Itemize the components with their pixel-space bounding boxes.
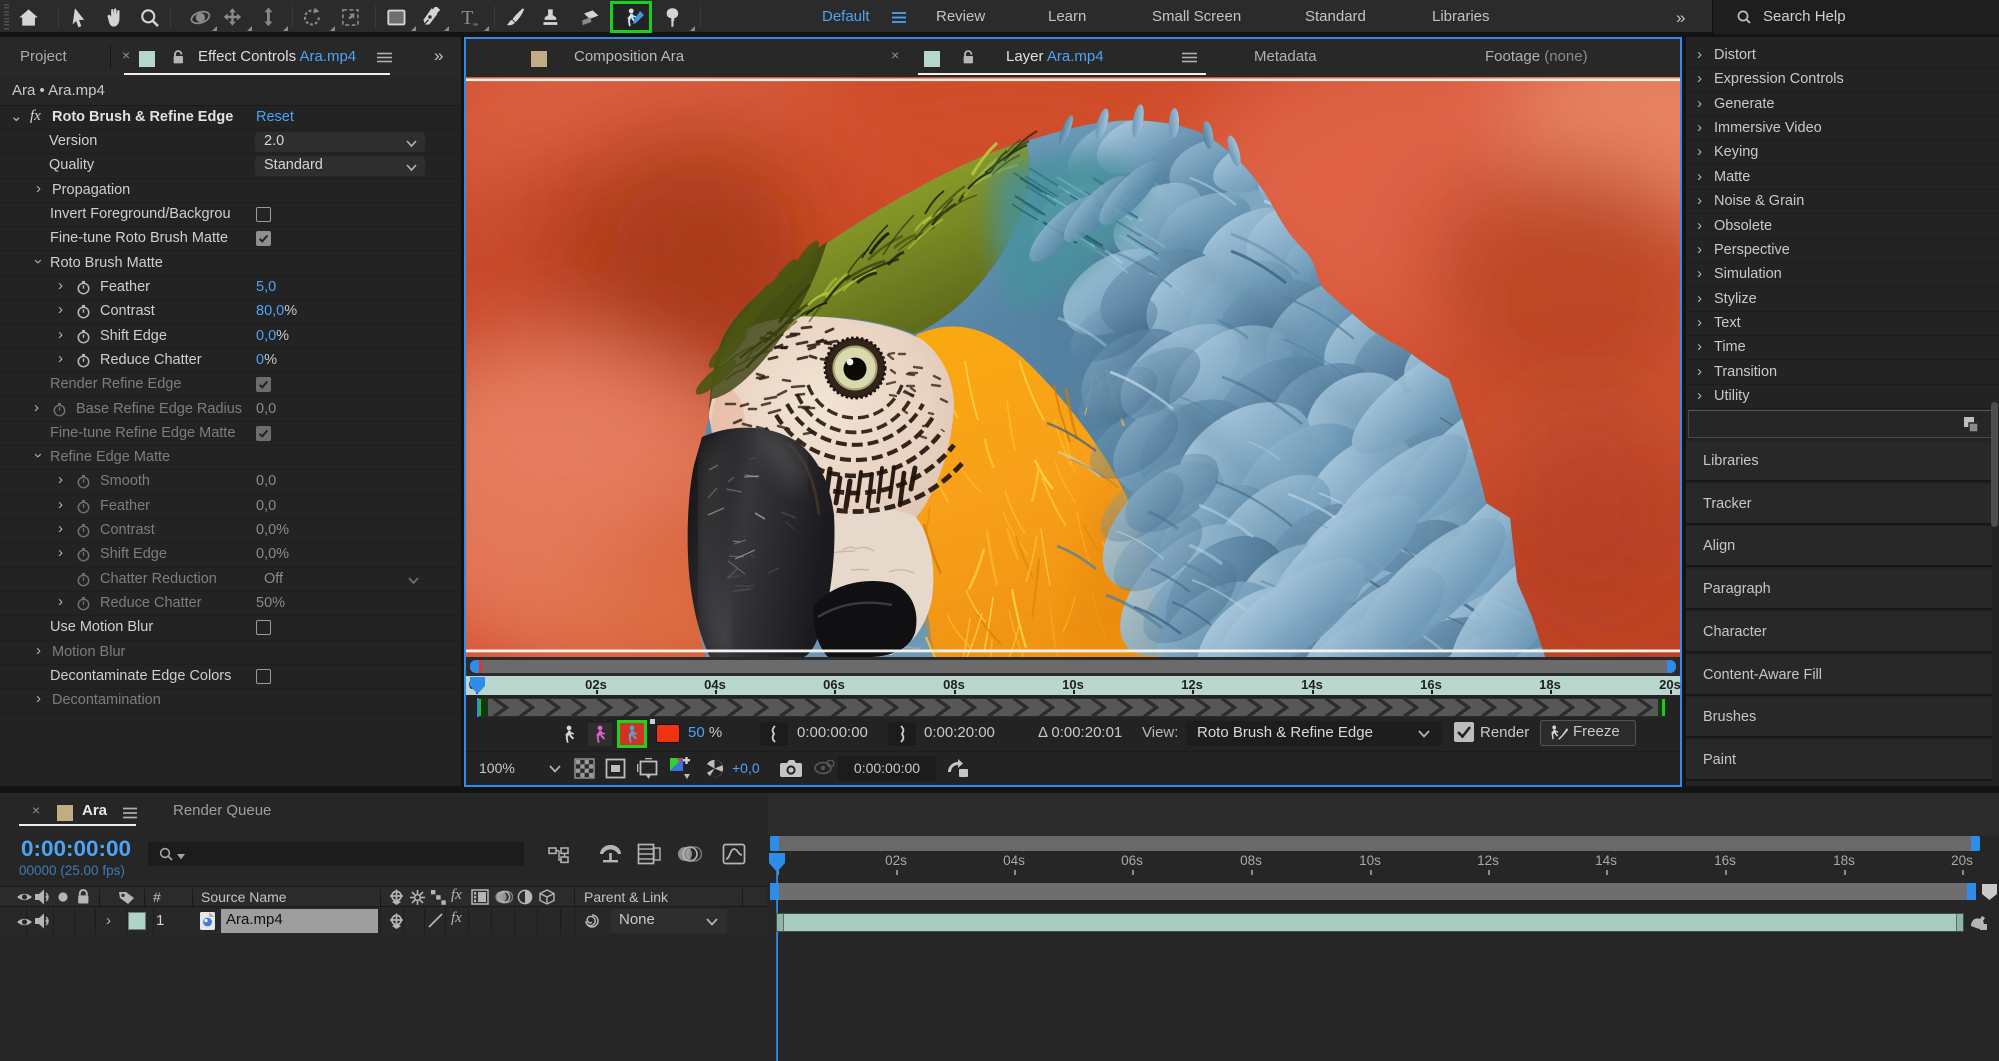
svg-text:T: T	[461, 7, 473, 28]
